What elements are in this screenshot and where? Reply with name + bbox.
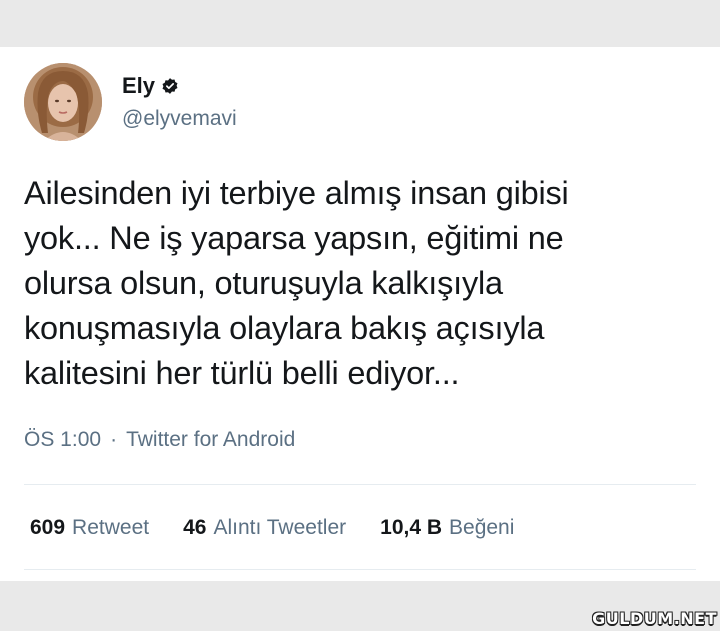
verified-badge-icon <box>161 77 179 95</box>
profile-photo-icon <box>24 63 102 141</box>
author-name-row[interactable]: Ely <box>122 74 179 98</box>
site-watermark: GULDUM.NET <box>592 609 717 628</box>
quotes-count: 46 <box>183 516 207 539</box>
quotes-label: Alıntı Tweetler <box>213 516 347 539</box>
tweet-meta: ÖS 1:00 · Twitter for Android <box>24 427 295 453</box>
tweet-card: Ely @elyvemavi Ailesinden iyi terbiye al… <box>0 47 720 581</box>
likes-label: Beğeni <box>449 516 515 539</box>
retweets-label: Retweet <box>72 516 150 539</box>
author-handle[interactable]: @elyvemavi <box>122 107 237 131</box>
tweet-text: Ailesinden iyi terbiye almış insan gibis… <box>24 175 569 391</box>
author-display-name[interactable]: Ely <box>122 74 155 98</box>
tweet-source[interactable]: Twitter for Android <box>126 427 295 453</box>
divider <box>24 569 696 570</box>
retweets-stat[interactable]: 609 Retweet <box>30 515 149 541</box>
tweet-time[interactable]: ÖS 1:00 <box>24 427 101 453</box>
likes-count: 10,4 B <box>380 516 443 539</box>
tweet-stats: 609 Retweet 46 Alıntı Tweetler 10,4 B Beğen… <box>30 515 514 541</box>
quotes-stat[interactable]: 46 Alıntı Tweetler <box>183 515 346 541</box>
meta-separator: · <box>110 428 118 451</box>
avatar[interactable] <box>24 63 102 141</box>
retweets-count: 609 <box>30 516 66 539</box>
divider <box>24 484 696 485</box>
likes-stat[interactable]: 10,4 B Beğeni <box>380 515 514 541</box>
